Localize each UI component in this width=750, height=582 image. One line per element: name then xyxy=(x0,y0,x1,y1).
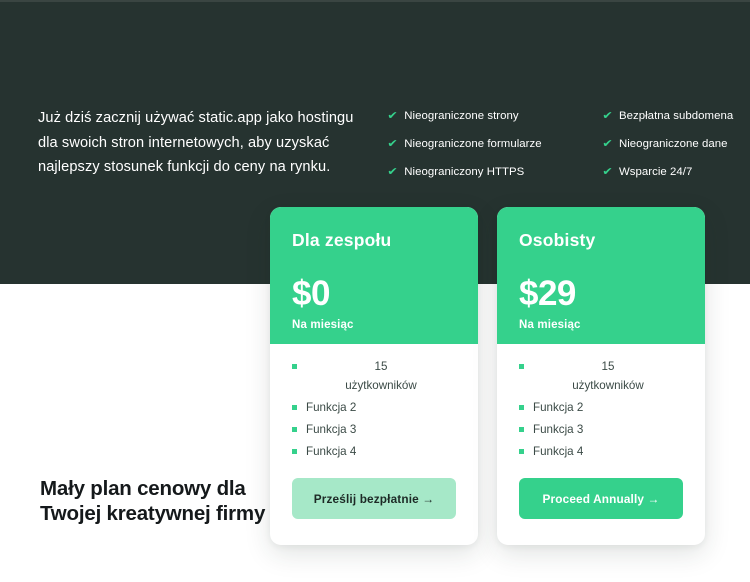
proceed-annually-button[interactable]: Proceed Annually → xyxy=(519,478,683,519)
feature-column-right: ✔ Bezpłatna subdomena ✔ Nieograniczone d… xyxy=(601,109,734,178)
list-item: 15 użytkowników xyxy=(292,355,456,396)
pricing-card-body: 15 użytkowników Funkcja 2 Funkcja 3 Funk… xyxy=(270,344,478,545)
plan-feature-label: Funkcja 4 xyxy=(306,444,357,458)
plan-price: $0 xyxy=(292,274,330,313)
list-item: Funkcja 2 xyxy=(519,396,683,418)
list-item: Funkcja 3 xyxy=(519,418,683,440)
pricing-card-team[interactable]: Dla zespołu $0 Na miesiąc 15 użytkownikó… xyxy=(270,207,478,545)
bullet-icon xyxy=(292,426,297,432)
list-item: Funkcja 4 xyxy=(292,440,456,462)
plan-period: Na miesiąc xyxy=(292,318,354,331)
pricing-card-header: Dla zespołu $0 Na miesiąc xyxy=(270,207,478,344)
bullet-icon xyxy=(292,363,297,369)
feature-label: Nieograniczone strony xyxy=(404,110,519,122)
plan-title: Dla zespołu xyxy=(292,230,392,250)
list-item: 15 użytkowników xyxy=(519,355,683,396)
bullet-icon xyxy=(519,404,524,410)
feature-label: Nieograniczony HTTPS xyxy=(404,166,525,178)
feature-item: ✔ Nieograniczone formularze xyxy=(387,137,542,150)
feature-item: ✔ Wsparcie 24/7 xyxy=(601,165,734,178)
pricing-card-personal[interactable]: Osobisty $29 Na miesiąc 15 użytkowników … xyxy=(497,207,705,545)
submit-free-button[interactable]: Prześlij bezpłatnie → xyxy=(292,478,456,519)
pricing-card-body: 15 użytkowników Funkcja 2 Funkcja 3 Funk… xyxy=(497,344,705,545)
plan-feature-label: 15 użytkowników xyxy=(572,359,644,392)
check-icon: ✔ xyxy=(601,109,613,122)
list-item: Funkcja 3 xyxy=(292,418,456,440)
plan-feature-label: Funkcja 3 xyxy=(306,422,357,436)
plan-feature-label: Funkcja 2 xyxy=(306,400,357,414)
feature-label: Wsparcie 24/7 xyxy=(618,166,693,178)
bullet-icon xyxy=(519,363,524,369)
hero-intro-text: Już dziś zacznij używać static.app jako … xyxy=(38,110,354,175)
check-icon: ✔ xyxy=(387,165,398,178)
plan-feature-label: Funkcja 4 xyxy=(533,444,584,458)
hero-feature-columns: ✔ Nieograniczone strony ✔ Nieograniczone… xyxy=(387,109,734,178)
feature-label: Nieograniczone dane xyxy=(618,138,728,150)
plan-feature-list: 15 użytkowników Funkcja 2 Funkcja 3 Funk… xyxy=(519,355,683,462)
bullet-icon xyxy=(519,448,524,454)
feature-item: ✔ Bezpłatna subdomena xyxy=(601,109,734,122)
plan-period: Na miesiąc xyxy=(519,318,581,331)
check-icon: ✔ xyxy=(387,109,398,122)
feature-item: ✔ Nieograniczone strony xyxy=(387,109,542,122)
plan-title: Osobisty xyxy=(519,230,596,250)
check-icon: ✔ xyxy=(601,165,613,178)
feature-item: ✔ Nieograniczone dane xyxy=(601,137,734,150)
page-title: Mały plan cenowy dla Twojej kreatywnej f… xyxy=(40,477,266,525)
plan-feature-label: Funkcja 2 xyxy=(533,400,584,414)
feature-item: ✔ Nieograniczony HTTPS xyxy=(387,165,542,178)
plan-price: $29 xyxy=(519,274,576,313)
bullet-icon xyxy=(292,448,297,454)
bullet-icon xyxy=(519,426,524,432)
pricing-card-header: Osobisty $29 Na miesiąc xyxy=(497,207,705,344)
list-item: Funkcja 2 xyxy=(292,396,456,418)
plan-feature-list: 15 użytkowników Funkcja 2 Funkcja 3 Funk… xyxy=(292,355,456,462)
feature-column-left: ✔ Nieograniczone strony ✔ Nieograniczone… xyxy=(387,109,542,178)
feature-label: Bezpłatna subdomena xyxy=(618,110,734,122)
bullet-icon xyxy=(292,404,297,410)
list-item: Funkcja 4 xyxy=(519,440,683,462)
check-icon: ✔ xyxy=(387,137,398,150)
plan-feature-label: Funkcja 3 xyxy=(533,422,584,436)
check-icon: ✔ xyxy=(601,137,613,150)
plan-feature-label: 15 użytkowników xyxy=(345,359,417,392)
feature-label: Nieograniczone formularze xyxy=(404,138,542,150)
